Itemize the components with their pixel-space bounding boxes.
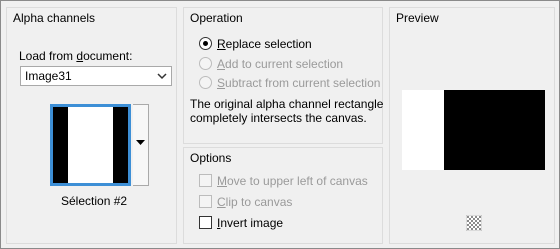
replace-selection-radio[interactable] — [199, 37, 212, 50]
load-from-document-label: Load from document: — [19, 49, 133, 63]
operation-message-line2: completely intersects the canvas. — [190, 111, 367, 125]
subtract-from-selection-radio[interactable] — [199, 76, 212, 89]
thumbnail-dropdown-button[interactable] — [133, 104, 149, 186]
clip-to-canvas-checkbox[interactable] — [199, 195, 212, 208]
operation-group: Operation Replace selection Add to curre… — [183, 7, 383, 144]
move-to-upper-left-label[interactable]: Move to upper left of canvas — [217, 174, 368, 188]
document-select-value: Image31 — [25, 69, 72, 83]
dialog-frame: Alpha channels Load from document: Image… — [0, 0, 560, 249]
replace-selection-label[interactable]: Replace selection — [217, 37, 312, 51]
alpha-channels-title: Alpha channels — [13, 11, 96, 25]
preview-white-region — [402, 90, 444, 170]
alpha-channel-preview-image — [53, 107, 128, 183]
options-group: Options Move to upper left of canvas Cli… — [183, 147, 383, 244]
operation-title: Operation — [190, 11, 243, 25]
clip-to-canvas-label[interactable]: Clip to canvas — [217, 195, 292, 209]
chevron-down-icon — [157, 73, 167, 80]
document-select[interactable]: Image31 — [20, 66, 172, 86]
move-to-upper-left-checkbox[interactable] — [199, 174, 212, 187]
invert-image-label[interactable]: Invert image — [217, 216, 283, 230]
alpha-channels-group: Alpha channels Load from document: Image… — [6, 7, 177, 244]
transparency-checker-icon[interactable] — [466, 215, 482, 231]
alpha-channel-thumbnail[interactable] — [50, 104, 131, 186]
caret-down-icon — [136, 140, 145, 145]
radio-selected-dot — [203, 41, 208, 46]
invert-image-checkbox[interactable] — [199, 216, 212, 229]
add-to-selection-label[interactable]: Add to current selection — [217, 57, 343, 71]
selection-name-label: Sélection #2 — [61, 194, 128, 208]
preview-group: Preview — [389, 7, 555, 244]
add-to-selection-radio[interactable] — [199, 57, 212, 70]
preview-canvas — [402, 90, 545, 170]
preview-title: Preview — [396, 11, 439, 25]
operation-message-line1: The original alpha channel rectangle — [190, 97, 384, 111]
options-title: Options — [190, 151, 232, 165]
subtract-from-selection-label[interactable]: Subtract from current selection — [217, 76, 380, 90]
